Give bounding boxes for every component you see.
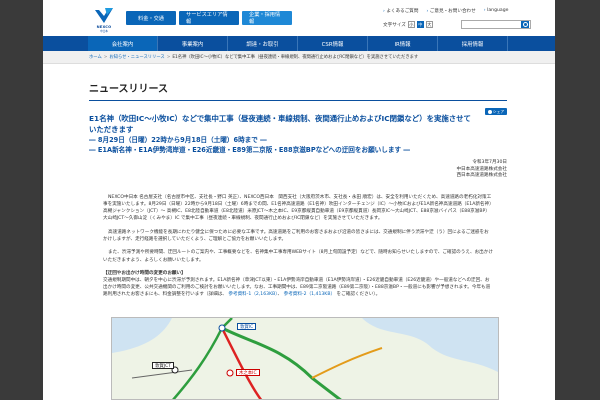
notice-title: 【迂回やお出かけ時間の変更のお願い】 — [103, 270, 186, 276]
nexco-logo-mark-icon — [95, 8, 113, 23]
breadcrumb-current: E1名神（吹田IC〜小牧IC）などで集中工事（昼夜連続・車線規制、夜間通行止めお… — [172, 55, 419, 60]
site-header: NEXCO 中日本 料金・交通 サービスエリア情報 企業・採用情報 よくあるご質… — [43, 0, 555, 36]
body-paragraph: NEXCO中日本 名古屋支社（名古屋市中区、支社長・野口 英正）、NEXCO西日… — [103, 194, 492, 222]
font-size-large-button[interactable]: 大 — [425, 21, 433, 28]
breadcrumb-home[interactable]: ホーム — [89, 54, 102, 60]
detour-notice: 【迂回やお出かけ時間の変更のお願い】 交通規制期間中は、朝夕を中心に渋滞が予測さ… — [103, 270, 493, 299]
notice-tail: をご確認ください）。 — [336, 292, 381, 298]
mainnav-recruit[interactable]: 採用情報 — [438, 36, 508, 51]
notice-text: 交通規制期間中は、朝夕を中心に渋滞が予測されます。E1A新名神（草津JCT以東）… — [103, 278, 491, 298]
font-size-medium-button[interactable]: 中 — [416, 21, 424, 28]
headline-detour: ― E1A新名神・E1A伊勢湾岸道・E26近畿道・E89第二京阪・E88京滋BP… — [89, 146, 410, 154]
share-label: シェア — [492, 108, 505, 114]
main-content: ニュースリリース シェア E1名神（吹田IC〜小牧IC）などで集中工事（昼夜連続… — [89, 80, 507, 299]
reference-1-link[interactable]: 参考資料-1（2,163KB） — [228, 292, 277, 297]
font-size-small-button[interactable]: 小 — [407, 21, 415, 28]
mainnav-ir[interactable]: IR情報 — [368, 36, 438, 51]
release-headline: E1名神（吹田IC〜小牧IC）などで集中工事（昼夜連続・車線規制、夜間通行止めお… — [89, 114, 507, 155]
reference-2-link[interactable]: 参考資料-2（1,413KB） — [284, 292, 335, 297]
map-label-tsuruga-ic: 敦賀IC — [237, 323, 257, 330]
logo-subtext: 中日本 — [100, 30, 108, 33]
font-size-label: 文字サイズ — [383, 22, 406, 28]
headline-line: いただきます — [89, 124, 134, 134]
org-west: 西日本高速道路株式会社 — [456, 173, 507, 178]
faq-link[interactable]: よくあるご質問 — [383, 8, 418, 14]
utility-links: よくあるご質問 ご意見・お問い合わせ language — [383, 8, 508, 14]
breadcrumb-separator: > — [166, 54, 171, 60]
search-input[interactable] — [461, 20, 531, 29]
release-date-block: 令和3年7月30日 中日本高速道路株式会社 西日本高速道路株式会社 — [89, 160, 507, 180]
route-map-graphic — [112, 318, 498, 399]
mainnav-csr[interactable]: CSR情報 — [298, 36, 368, 51]
body-paragraph: また、渋滞予測や所要時間、迂回ルートのご案内や、工事概要などを、名神集中工事専用… — [103, 250, 493, 263]
page-title: ニュースリリース — [89, 80, 507, 101]
mainnav-business[interactable]: 事業案内 — [158, 36, 228, 51]
page: NEXCO 中日本 料金・交通 サービスエリア情報 企業・採用情報 よくあるご質… — [43, 0, 555, 400]
font-size-control: 文字サイズ 小 中 大 — [383, 21, 433, 28]
topnav-service-area[interactable]: サービスエリア情報 — [179, 11, 239, 25]
breadcrumb-news[interactable]: お知らせ・ニュースリリース — [109, 54, 164, 60]
search-icon[interactable] — [521, 21, 529, 28]
headline-period: ― 8月29日（日曜）22時から9月18日（土曜）6時まで ― — [89, 136, 267, 144]
share-button[interactable]: シェア — [485, 108, 507, 115]
map-label-kinomoto-ic: 木之本IC — [236, 369, 260, 376]
contact-link[interactable]: ご意見・お問い合わせ — [426, 8, 476, 14]
top-nav: 料金・交通 サービスエリア情報 企業・採用情報 — [126, 11, 292, 25]
route-map: 敦賀IC 敦賀JCT 木之本IC — [111, 317, 499, 400]
map-label-tsuruga-jct: 敦賀JCT — [152, 362, 174, 369]
topnav-corporate[interactable]: 企業・採用情報 — [242, 11, 292, 25]
body-paragraph: 高速道路ネットワーク機能を長期にわたり健全に保つために必要な工事です。高速道路を… — [103, 229, 489, 242]
breadcrumb-separator: > — [103, 54, 108, 60]
facebook-icon — [487, 109, 492, 114]
breadcrumb: ホーム > お知らせ・ニュースリリース > E1名神（吹田IC〜小牧IC）などで… — [43, 51, 555, 64]
main-nav: 会社案内 事業案内 調達・お取引 CSR情報 IR情報 採用情報 — [43, 36, 555, 51]
language-link[interactable]: language — [484, 8, 508, 14]
release-body: NEXCO中日本 名古屋支社（名古屋市中区、支社長・野口 英正）、NEXCO西日… — [89, 194, 507, 264]
topnav-fares-traffic[interactable]: 料金・交通 — [126, 11, 176, 25]
mainnav-procurement[interactable]: 調達・お取引 — [228, 36, 298, 51]
nexco-logo[interactable]: NEXCO 中日本 — [93, 6, 115, 33]
headline-line: E1名神（吹田IC〜小牧IC）などで集中工事（昼夜連続・車線規制、夜間通行止めお… — [89, 114, 471, 123]
mainnav-company[interactable]: 会社案内 — [88, 36, 158, 51]
